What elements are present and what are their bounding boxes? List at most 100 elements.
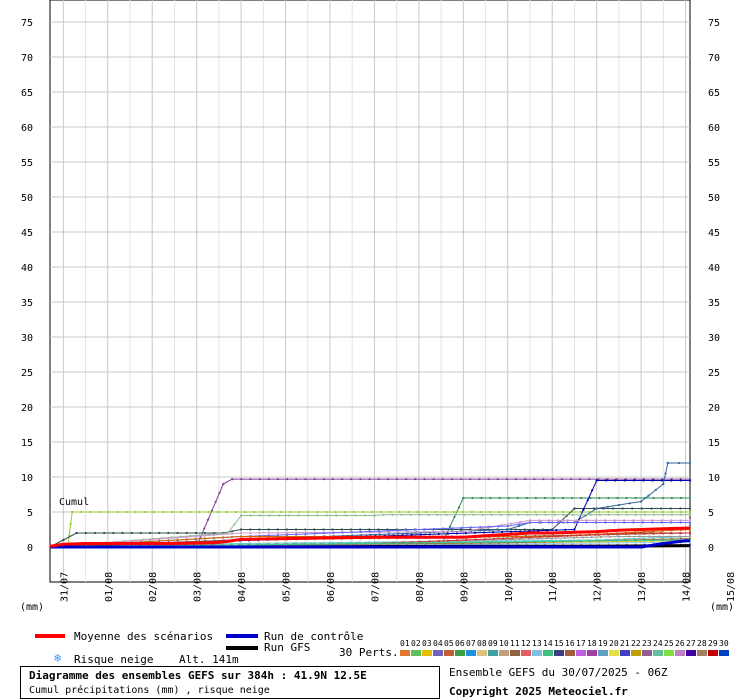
series-marker — [414, 541, 417, 545]
series-marker — [579, 478, 582, 481]
series-marker — [643, 510, 646, 514]
series-marker — [295, 533, 298, 536]
y-tick-label-left: 40 — [21, 263, 33, 274]
series-marker — [378, 533, 381, 536]
series-marker — [616, 510, 619, 514]
series-marker — [555, 529, 558, 532]
series-marker — [616, 541, 619, 544]
series-marker — [71, 510, 74, 514]
pert-color-swatch — [664, 650, 674, 656]
series-marker — [585, 521, 588, 524]
series-marker — [498, 510, 501, 514]
series-marker — [648, 535, 651, 538]
series-marker — [668, 535, 671, 538]
series-marker — [340, 528, 343, 531]
x-tick-label: 11/08 — [548, 572, 559, 602]
series-marker — [446, 532, 449, 535]
series-marker — [84, 531, 87, 535]
series-marker — [316, 514, 319, 517]
series-marker — [152, 510, 156, 514]
series-marker — [194, 535, 197, 538]
series-marker — [606, 505, 609, 508]
series-marker — [304, 543, 307, 546]
series-marker — [419, 533, 422, 536]
series-marker — [331, 478, 334, 481]
series-marker — [470, 510, 474, 514]
series-marker — [271, 510, 274, 514]
series-marker — [514, 478, 518, 481]
series-marker — [267, 528, 270, 531]
series-marker — [167, 539, 170, 542]
series-marker — [661, 539, 664, 542]
series-marker — [566, 534, 569, 538]
series-marker — [523, 528, 526, 531]
pert-number-label: 04 — [433, 639, 443, 648]
y-tick-label-left: 15 — [21, 438, 33, 449]
series-marker — [516, 496, 519, 500]
series-marker — [316, 510, 319, 514]
series-marker — [425, 530, 428, 533]
series-marker — [457, 506, 460, 509]
series-marker — [230, 532, 234, 535]
series-marker — [322, 528, 325, 531]
series-marker — [473, 531, 477, 534]
series-marker — [547, 521, 550, 524]
series-marker — [660, 521, 663, 524]
series-marker — [553, 513, 556, 516]
series-marker — [640, 531, 643, 535]
series-marker — [529, 536, 532, 539]
series-marker — [497, 525, 500, 528]
pert-color-swatch — [466, 650, 476, 656]
series-marker — [350, 478, 353, 481]
series-marker — [268, 514, 271, 517]
series-marker — [354, 514, 357, 517]
pert-color-swatch — [587, 650, 597, 656]
series-marker — [625, 541, 628, 544]
series-marker — [542, 478, 545, 481]
series-marker — [240, 528, 243, 531]
series-marker — [410, 533, 413, 537]
series-marker — [548, 535, 551, 538]
series-marker — [492, 537, 496, 540]
series-marker — [616, 513, 619, 516]
series-marker — [576, 521, 579, 524]
series-marker — [670, 496, 674, 500]
series-marker — [456, 539, 459, 542]
series-marker — [434, 510, 437, 514]
series-marker — [162, 510, 165, 514]
x-tick-label: 07/08 — [370, 572, 381, 602]
series-marker — [453, 530, 456, 533]
series-marker — [341, 531, 344, 534]
series-marker — [240, 514, 243, 517]
y-tick-label-left: 5 — [27, 508, 33, 519]
series-marker — [407, 510, 410, 514]
series-marker — [613, 519, 616, 522]
series-marker — [598, 513, 601, 516]
series-marker — [80, 510, 83, 514]
series-marker — [660, 479, 664, 482]
series-marker — [425, 510, 428, 514]
series-marker — [688, 531, 692, 535]
series-marker — [632, 479, 636, 482]
pert-color-swatch — [620, 650, 630, 656]
pert-number-label: 12 — [521, 639, 531, 648]
series-marker — [304, 532, 307, 536]
series-marker — [487, 541, 490, 544]
series-marker — [471, 528, 474, 532]
pert-color-swatch — [609, 650, 619, 656]
series-marker — [287, 514, 290, 517]
series-marker — [167, 537, 170, 540]
series-marker — [158, 531, 161, 535]
series-marker — [203, 537, 206, 540]
pert-color-swatch — [477, 650, 487, 656]
pert-color-swatch — [576, 650, 586, 656]
series-marker — [607, 496, 610, 500]
series-marker — [643, 541, 646, 544]
y-tick-label-left: 30 — [21, 333, 33, 344]
series-marker — [198, 510, 201, 514]
x-tick-label: 10/08 — [504, 572, 515, 602]
y-tick-label-right: 30 — [708, 333, 720, 344]
series-marker — [377, 530, 381, 533]
series-marker — [518, 538, 521, 541]
series-marker — [627, 535, 631, 538]
